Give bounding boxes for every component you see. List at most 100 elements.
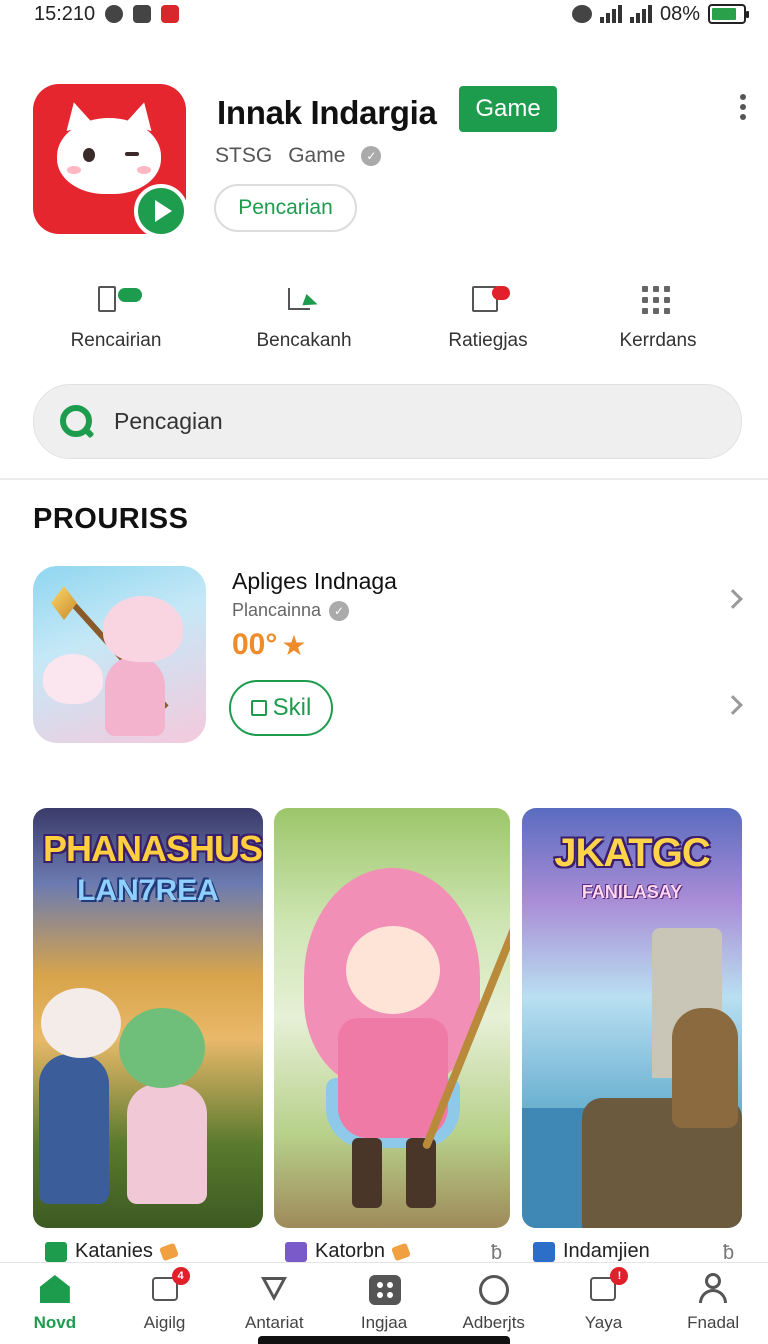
- app-header: Innak Indargia Game STSG Game ✓ Pencaria…: [33, 84, 748, 244]
- quick-action-ratiegjas[interactable]: Ratiegjas: [408, 282, 568, 352]
- quick-action-rencairian[interactable]: Rencairian: [36, 282, 196, 352]
- featured-app-name: Apliges Indnaga: [232, 568, 397, 594]
- nav-label: Antariat: [245, 1313, 304, 1332]
- grid-dots-icon: [638, 282, 678, 314]
- wifi-icon: [571, 5, 592, 23]
- verified-icon: ✓: [329, 600, 350, 621]
- game-card-title: PHANASHUS: [43, 828, 263, 869]
- star-icon: ★: [281, 629, 307, 661]
- game-caption-label: Indamjien: [563, 1240, 650, 1262]
- skil-button[interactable]: Skil: [229, 680, 333, 736]
- quick-action-label: Rencairian: [70, 330, 162, 351]
- signal-icon-2: [629, 5, 652, 23]
- game-caption[interactable]: Indamjien: [533, 1240, 650, 1263]
- tag-icon: [391, 1242, 411, 1261]
- bottom-nav: Novd 4 Aigilg Antariat Ingjaa Adberjts !…: [0, 1262, 768, 1344]
- grid-box-icon: [367, 1273, 402, 1305]
- play-icon: [134, 184, 188, 238]
- chevron-right-icon[interactable]: [723, 589, 743, 609]
- section-title: PROURISS: [33, 503, 189, 535]
- featured-rating: 00° ★: [232, 628, 306, 662]
- nav-badge: !: [610, 1267, 629, 1285]
- featured-app-developer: Plancainna ✓: [232, 600, 350, 621]
- category-badge[interactable]: Game: [459, 86, 557, 132]
- search-icon: [58, 403, 96, 441]
- app-icon[interactable]: [33, 84, 188, 238]
- featured-app-card[interactable]: Apliges Indnaga Plancainna ✓ 00° ★ Skil: [33, 566, 748, 746]
- game-caption-label: Katanies: [75, 1240, 153, 1262]
- nav-label: Aigilg: [143, 1313, 186, 1332]
- game-card-subtitle: FANILASAY: [581, 882, 683, 902]
- apps-badge-icon: 4: [148, 1267, 190, 1305]
- rating-value: 00°: [232, 628, 278, 661]
- status-right: 08%: [571, 2, 749, 26]
- app-subtitle: STSG Game ✓: [215, 144, 382, 168]
- nav-item-ingjaa[interactable]: Ingjaa: [329, 1263, 439, 1344]
- checkbox-icon: [250, 700, 267, 716]
- nav-label: Fnadal: [687, 1313, 740, 1332]
- nav-item-yaya[interactable]: ! Yaya: [549, 1263, 659, 1344]
- game-card[interactable]: PHANASHUS LAN7REA: [33, 808, 263, 1228]
- game-card-subtitle: LAN7REA: [77, 874, 219, 907]
- chevron-right-icon[interactable]: [723, 695, 743, 715]
- more-options-icon[interactable]: [738, 94, 748, 120]
- game-caption-label: Katorbn: [315, 1240, 386, 1262]
- home-indicator[interactable]: [258, 1336, 510, 1344]
- nav-item-antariat[interactable]: Antariat: [219, 1263, 329, 1344]
- nav-item-novd[interactable]: Novd: [0, 1263, 110, 1344]
- send-icon: [257, 1273, 291, 1305]
- skil-button-label: Skil: [272, 694, 312, 721]
- nav-item-aigilg[interactable]: 4 Aigilg: [110, 1263, 220, 1344]
- notification-box-icon: [468, 282, 510, 314]
- game-card[interactable]: JKATGC FANILASAY: [522, 808, 742, 1228]
- featured-developer-name: Plancainna: [232, 600, 322, 620]
- quick-actions: Rencairian Bencakanh Ratiegjas Kerrdans: [0, 282, 768, 362]
- quick-action-label: Ratiegjas: [448, 330, 528, 351]
- battery-icon: [708, 4, 749, 24]
- sync-icon: [105, 5, 124, 23]
- game-caption[interactable]: Katorbn: [285, 1240, 411, 1263]
- quick-action-label: Kerrdans: [619, 330, 697, 351]
- app-title: Innak Indargia: [217, 94, 437, 131]
- chat-badge-icon: !: [586, 1267, 629, 1305]
- status-left: 15:210: [34, 2, 180, 26]
- game-cards: PHANASHUS LAN7REA JKATGC FANILASAY: [33, 808, 742, 1278]
- status-bar: 15:210 08%: [0, 0, 768, 28]
- game-mini-icon: [533, 1241, 555, 1262]
- featured-app-thumbnail[interactable]: [33, 566, 206, 743]
- person-icon: [696, 1273, 730, 1305]
- divider: [0, 478, 768, 480]
- game-card[interactable]: [274, 808, 510, 1228]
- pencarian-button[interactable]: Pencarian: [214, 184, 357, 232]
- nav-label: Ingjaa: [360, 1313, 408, 1332]
- game-mini-icon: [285, 1241, 307, 1262]
- quick-action-label: Bencakanh: [256, 330, 352, 351]
- cat-face-icon: [57, 98, 161, 194]
- search-bar[interactable]: Pencagian: [33, 384, 742, 459]
- developer-name[interactable]: STSG: [215, 144, 272, 168]
- nav-item-adberjts[interactable]: Adberjts: [439, 1263, 549, 1344]
- verified-icon: ✓: [361, 146, 382, 166]
- nav-label: Yaya: [584, 1313, 623, 1332]
- nav-badge: 4: [171, 1267, 190, 1285]
- nav-item-fnadal[interactable]: Fnadal: [658, 1263, 768, 1344]
- nav-label: Adberjts: [462, 1313, 525, 1332]
- tag-icon: [158, 1242, 179, 1261]
- game-caption[interactable]: Katanies: [45, 1240, 179, 1263]
- game-mini-icon: [45, 1241, 67, 1262]
- quick-action-bencakanh[interactable]: Bencakanh: [224, 282, 384, 352]
- app-notification-icon: [161, 5, 180, 23]
- search-input[interactable]: Pencagian: [114, 408, 223, 435]
- game-card-title: JKATGC: [554, 831, 710, 875]
- signal-icon: [599, 5, 622, 23]
- nav-label: Novd: [33, 1313, 77, 1332]
- app-category: Game: [288, 144, 346, 167]
- phone-badge-icon: [96, 282, 142, 314]
- quick-action-kerrdans[interactable]: Kerrdans: [578, 282, 738, 352]
- compass-icon: [477, 1273, 511, 1305]
- notification-icon: [133, 5, 152, 23]
- battery-percent: 08%: [659, 2, 700, 25]
- share-arrow-icon: [284, 282, 324, 314]
- status-time: 15:210: [34, 2, 96, 25]
- home-icon: [38, 1273, 72, 1305]
